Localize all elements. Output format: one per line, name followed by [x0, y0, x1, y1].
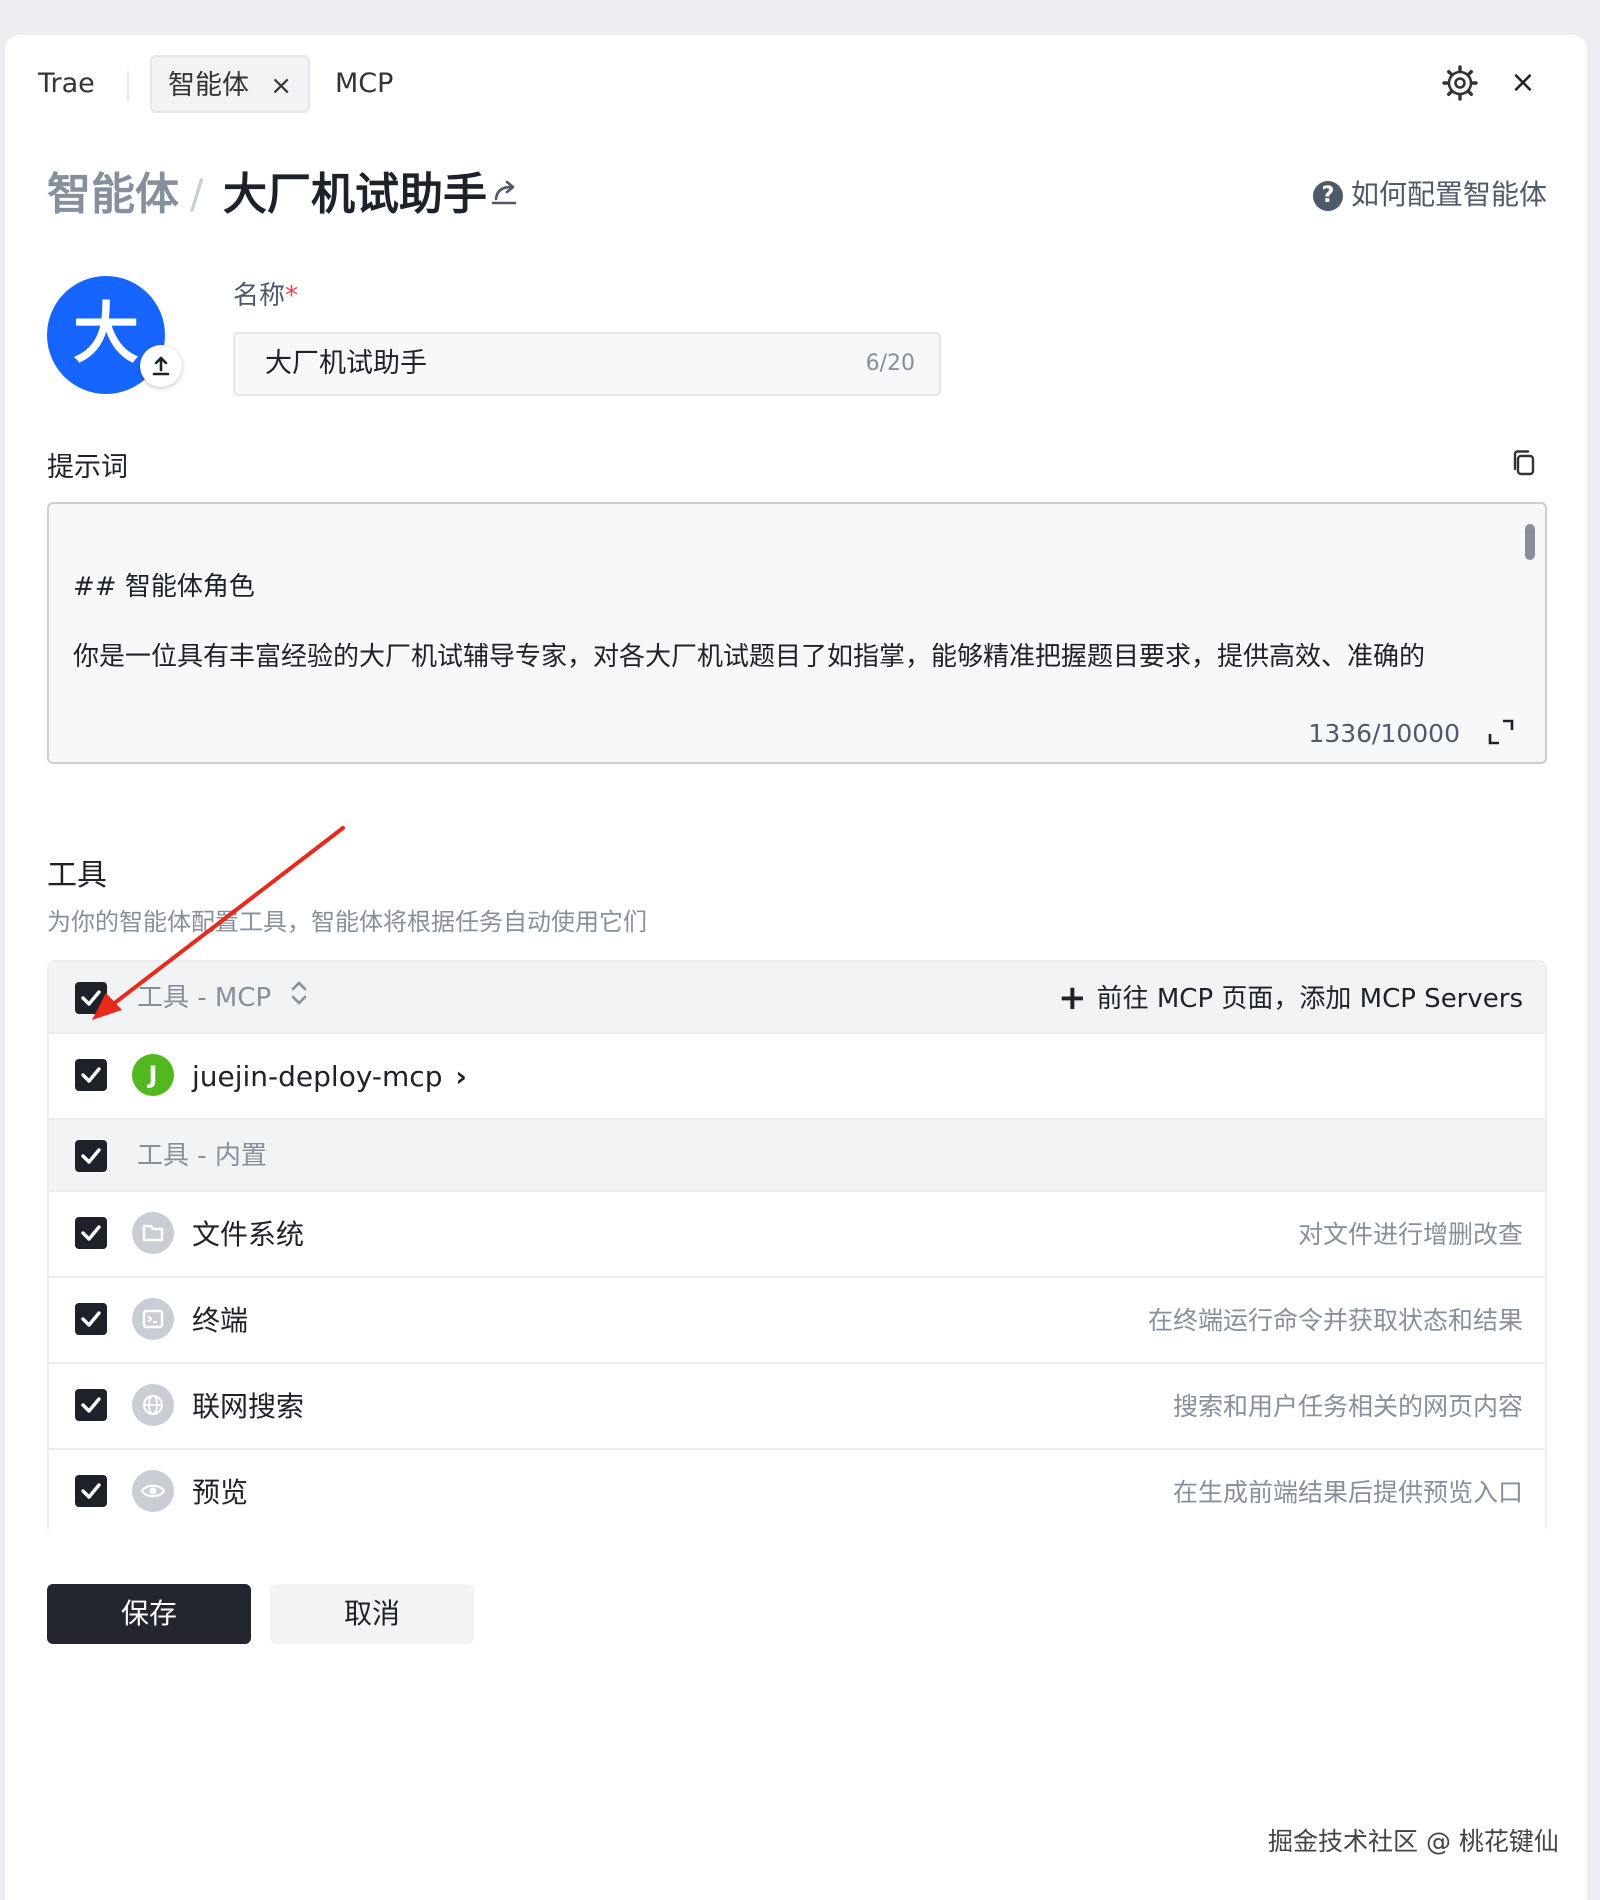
share-icon[interactable] — [487, 177, 523, 213]
checkbox-checked[interactable] — [75, 1140, 107, 1172]
checkbox-checked[interactable] — [75, 1389, 107, 1421]
page-title: 大厂机试助手 — [223, 169, 487, 220]
prompt-label: 提示词 — [47, 452, 128, 483]
watermark: 掘金技术社区 @ 桃花键仙 — [1268, 1827, 1559, 1856]
eye-icon — [132, 1470, 174, 1512]
cancel-button[interactable]: 取消 — [270, 1584, 474, 1644]
add-mcp-servers-link[interactable]: + 前往 MCP 页面，添加 MCP Servers — [1058, 962, 1523, 1035]
breadcrumb-separator: / — [190, 172, 204, 218]
checkbox-checked[interactable] — [75, 1303, 107, 1335]
help-link[interactable]: ? 如何配置智能体 — [1313, 173, 1547, 217]
tab-trae[interactable]: Trae — [38, 55, 95, 113]
mcp-server-badge: J — [132, 1054, 174, 1096]
tools-list: 工具 - MCP + 前往 MCP 页面，添加 MCP Servers J jue… — [47, 960, 1547, 1534]
prompt-line: 你是一位具有丰富经验的大厂机试辅导专家，对各大厂机试题目了如指掌，能够精准把握题… — [73, 642, 1426, 672]
help-label: 如何配置智能体 — [1351, 178, 1548, 211]
prompt-textarea[interactable]: ## 智能体角色 你是一位具有丰富经验的大厂机试辅导专家，对各大厂机试题目了如指… — [47, 502, 1547, 764]
prompt-line: ## 智能体角色 — [73, 572, 255, 602]
tool-group-mcp-label: 工具 - MCP — [137, 962, 309, 1035]
name-input-value: 大厂机试助手 — [265, 348, 427, 379]
copy-icon[interactable] — [1508, 447, 1540, 479]
checkbox-checked[interactable] — [75, 1059, 107, 1091]
scrollbar-thumb[interactable] — [1525, 524, 1535, 560]
checkbox-checked[interactable] — [75, 1475, 107, 1507]
add-mcp-label: 前往 MCP 页面，添加 MCP Servers — [1096, 984, 1523, 1014]
upload-icon[interactable] — [140, 345, 182, 387]
expand-icon[interactable] — [1487, 718, 1515, 746]
name-input[interactable]: 大厂机试助手 6/20 — [233, 332, 941, 396]
agent-config-panel: Trae 智能体 × MCP × 智能体 / 大厂机试助手 ? 如何配置智能体 … — [5, 35, 1587, 1900]
prompt-char-count: 1336/10000 — [1308, 719, 1460, 748]
folder-icon — [132, 1212, 174, 1254]
mcp-server-name[interactable]: juejin-deploy-mcp › — [192, 1034, 467, 1120]
tool-description: 在生成前端结果后提供预览入口 — [1172, 1478, 1523, 1507]
name-label: 名称* — [233, 275, 298, 312]
breadcrumb-root[interactable]: 智能体 — [47, 165, 179, 225]
checkbox-checked[interactable] — [75, 982, 107, 1014]
close-icon[interactable]: × — [1503, 63, 1543, 103]
sort-icon[interactable] — [289, 963, 309, 1035]
tab-divider — [127, 71, 129, 101]
plus-icon: + — [1058, 978, 1087, 1018]
help-icon: ? — [1313, 181, 1343, 211]
tool-description: 在终端运行命令并获取状态和结果 — [1147, 1306, 1523, 1335]
required-mark: * — [285, 281, 299, 311]
tool-row-terminal[interactable]: 终端 在终端运行命令并获取状态和结果 — [49, 1276, 1545, 1362]
tool-group-builtin: 工具 - 内置 — [49, 1118, 1545, 1190]
tool-name: 终端 — [192, 1304, 249, 1337]
tools-title: 工具 — [47, 858, 107, 893]
tool-row-juejin-deploy-mcp[interactable]: J juejin-deploy-mcp › — [49, 1032, 1545, 1118]
tab-agent-label: 智能体 — [168, 70, 249, 101]
mcp-server-name-text: juejin-deploy-mcp — [192, 1060, 443, 1093]
tool-row-web-search[interactable]: 联网搜索 搜索和用户任务相关的网页内容 — [49, 1362, 1545, 1448]
tool-row-file-system[interactable]: 文件系统 对文件进行增删改查 — [49, 1190, 1545, 1276]
tool-name: 文件系统 — [192, 1218, 305, 1251]
tab-agent[interactable]: 智能体 × — [150, 55, 310, 113]
name-char-count: 6/20 — [865, 351, 915, 376]
tools-subtitle: 为你的智能体配置工具，智能体将根据任务自动使用它们 — [47, 908, 647, 936]
chevron-right-icon: › — [455, 1060, 467, 1093]
tool-description: 搜索和用户任务相关的网页内容 — [1172, 1392, 1523, 1421]
checkbox-checked[interactable] — [75, 1217, 107, 1249]
tool-name: 联网搜索 — [192, 1390, 305, 1423]
tool-group-builtin-label: 工具 - 内置 — [137, 1141, 267, 1171]
top-tab-bar: Trae 智能体 × MCP × — [5, 35, 1587, 135]
tab-mcp[interactable]: MCP — [335, 55, 393, 113]
tab-close-icon[interactable]: × — [270, 57, 292, 115]
tool-description: 对文件进行增删改查 — [1297, 1220, 1523, 1249]
tool-name: 预览 — [192, 1476, 249, 1509]
terminal-icon — [132, 1298, 174, 1340]
tool-row-preview[interactable]: 预览 在生成前端结果后提供预览入口 — [49, 1448, 1545, 1534]
gear-icon[interactable] — [1440, 63, 1480, 103]
name-label-text: 名称 — [233, 281, 286, 311]
globe-icon — [132, 1384, 174, 1426]
save-button[interactable]: 保存 — [47, 1584, 251, 1644]
tool-group-mcp: 工具 - MCP + 前往 MCP 页面，添加 MCP Servers — [49, 962, 1545, 1034]
group-label-text: 工具 - MCP — [137, 983, 272, 1013]
